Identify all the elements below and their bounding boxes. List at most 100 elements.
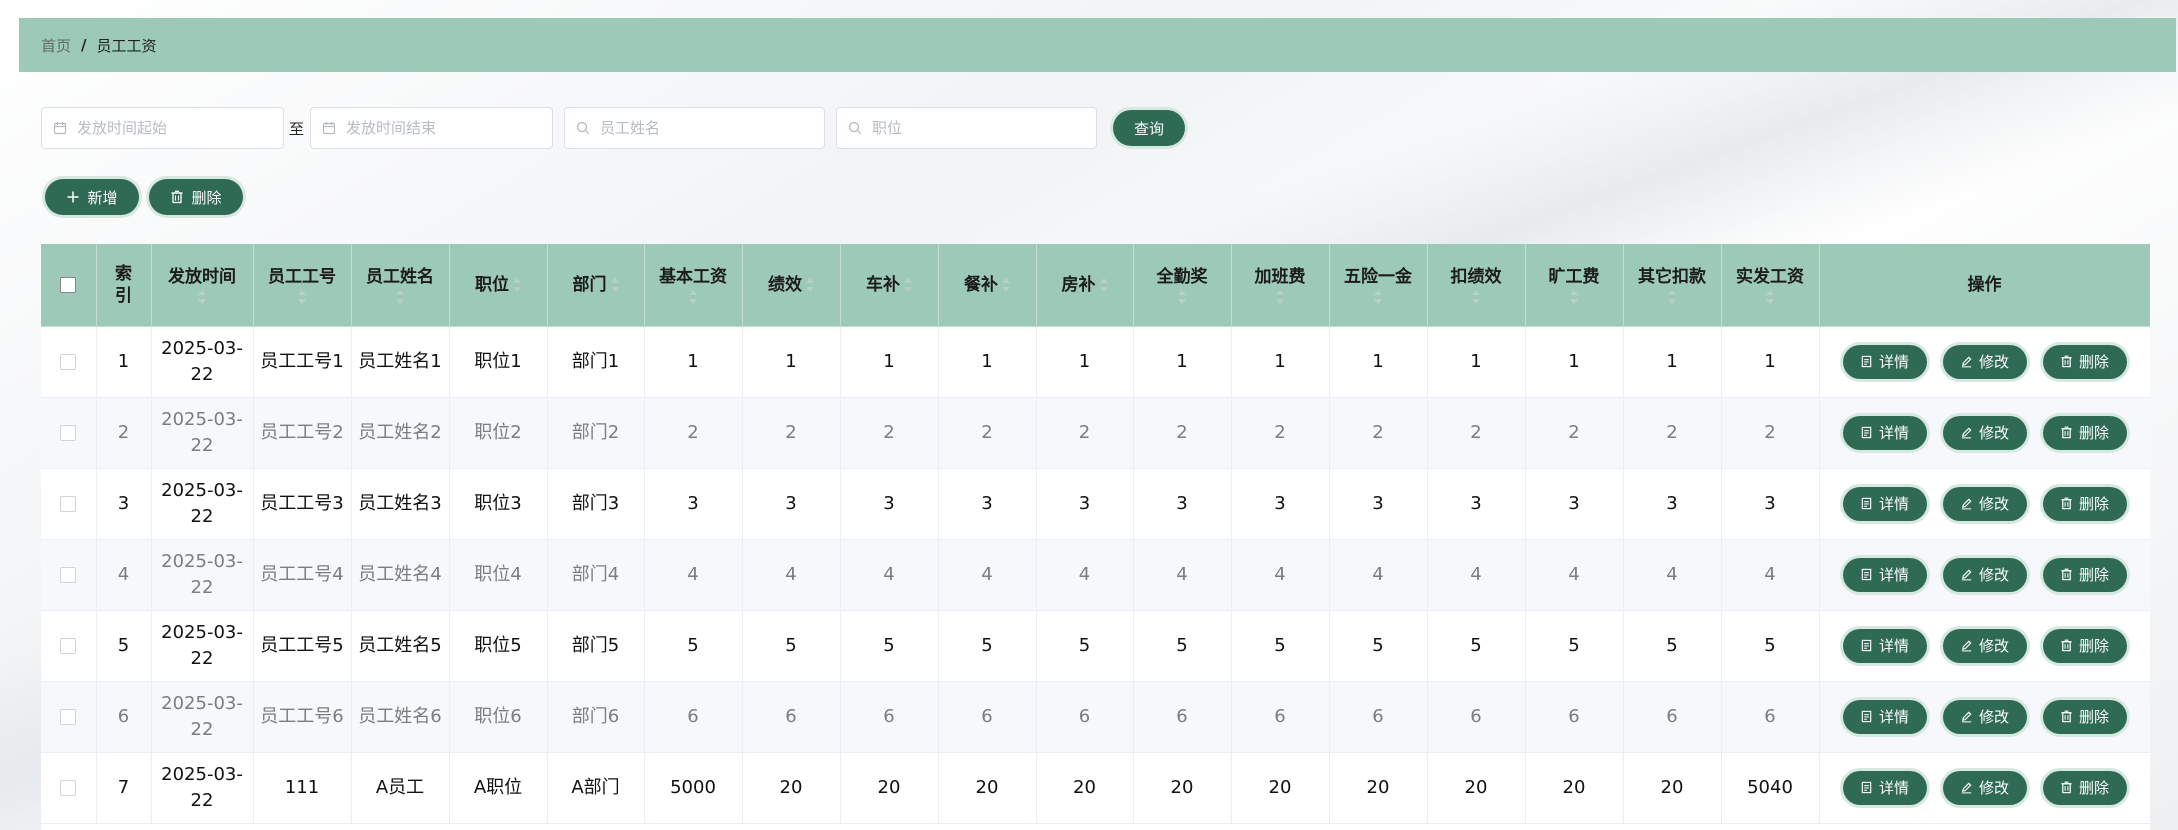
edit-button[interactable]: 修改 <box>1942 557 2027 592</box>
detail-button[interactable]: 详情 <box>1842 628 1927 663</box>
sort-icon[interactable] <box>298 289 306 304</box>
header-emp-no[interactable]: 员工工号 <box>253 244 352 327</box>
delete-button[interactable]: 删除 <box>2042 628 2127 663</box>
sort-icon[interactable] <box>1374 289 1382 304</box>
row-checkbox[interactable] <box>60 779 77 796</box>
header-base-salary[interactable]: 基本工资 <box>644 244 743 327</box>
query-button[interactable]: 查询 <box>1113 110 1186 146</box>
sort-icon[interactable] <box>904 277 912 292</box>
detail-button[interactable]: 详情 <box>1842 415 1927 450</box>
position-field[interactable] <box>836 107 1098 149</box>
cell-house: 1 <box>1036 326 1134 398</box>
delete-button-label: 删除 <box>2078 424 2109 442</box>
document-icon <box>1861 710 1872 723</box>
salary-table: 索引 发放时间 员工工号 员工姓名 职位 部门 基本工资 绩效 车补 餐补 房补… <box>41 244 2150 824</box>
batch-delete-button[interactable]: 删除 <box>149 179 243 215</box>
header-performance-deduction[interactable]: 扣绩效 <box>1427 244 1526 327</box>
delete-button[interactable]: 删除 <box>2042 486 2127 521</box>
start-date-input[interactable] <box>75 118 283 138</box>
cell-dept: 部门3 <box>547 468 645 540</box>
sort-icon[interactable] <box>806 277 814 292</box>
header-insurance[interactable]: 五险一金 <box>1329 244 1428 327</box>
sort-icon[interactable] <box>1668 289 1676 304</box>
sort-icon[interactable] <box>610 277 619 292</box>
edit-button[interactable]: 修改 <box>1942 344 2027 379</box>
employee-name-field[interactable] <box>564 107 826 149</box>
row-select-cell[interactable] <box>41 610 97 682</box>
employee-name-input[interactable] <box>598 118 825 138</box>
sort-icon[interactable] <box>689 289 697 304</box>
sort-icon[interactable] <box>198 289 206 304</box>
cell-car: 3 <box>840 468 939 540</box>
edit-button[interactable]: 修改 <box>1942 486 2027 521</box>
header-overtime[interactable]: 加班费 <box>1231 244 1330 327</box>
cell-date: 2025-03-22 <box>151 539 254 611</box>
sort-icon[interactable] <box>1766 289 1774 304</box>
row-checkbox[interactable] <box>60 424 77 441</box>
cell-index: 4 <box>96 539 152 611</box>
sort-icon[interactable] <box>1570 289 1578 304</box>
header-performance[interactable]: 绩效 <box>742 244 841 327</box>
breadcrumb-home-link[interactable]: 首页 <box>41 35 71 56</box>
row-select-cell[interactable] <box>41 681 97 753</box>
header-position[interactable]: 职位 <box>449 244 548 327</box>
add-button[interactable]: 新增 <box>45 179 139 215</box>
header-absence-fee[interactable]: 旷工费 <box>1525 244 1624 327</box>
start-date-field[interactable] <box>41 107 284 149</box>
delete-button[interactable]: 删除 <box>2042 699 2127 734</box>
delete-button[interactable]: 删除 <box>2042 344 2127 379</box>
delete-button[interactable]: 删除 <box>2042 770 2127 805</box>
edit-button-label: 修改 <box>1978 779 2009 797</box>
header-car-allowance[interactable]: 车补 <box>840 244 939 327</box>
sort-icon[interactable] <box>396 289 404 304</box>
end-date-field[interactable] <box>310 107 554 149</box>
header-net-salary[interactable]: 实发工资 <box>1721 244 1820 327</box>
edit-button[interactable]: 修改 <box>1942 628 2027 663</box>
row-select-cell[interactable] <box>41 752 97 824</box>
detail-button[interactable]: 详情 <box>1842 486 1927 521</box>
cell-meal: 4 <box>938 539 1037 611</box>
sort-icon[interactable] <box>1472 289 1480 304</box>
header-housing-allowance[interactable]: 房补 <box>1036 244 1134 327</box>
row-checkbox[interactable] <box>60 495 77 512</box>
row-checkbox[interactable] <box>60 566 77 583</box>
end-date-input[interactable] <box>344 118 553 138</box>
sort-icon[interactable] <box>1178 289 1186 304</box>
sort-icon[interactable] <box>1002 277 1010 292</box>
header-meal-allowance[interactable]: 餐补 <box>938 244 1037 327</box>
cell-dept: A部门 <box>547 752 645 824</box>
row-select-cell[interactable] <box>41 539 97 611</box>
position-input[interactable] <box>870 118 1097 138</box>
edit-button[interactable]: 修改 <box>1942 699 2027 734</box>
delete-button[interactable]: 删除 <box>2042 415 2127 450</box>
header-emp-name[interactable]: 员工姓名 <box>351 244 450 327</box>
select-all-checkbox[interactable] <box>60 276 77 293</box>
sort-icon[interactable] <box>1276 289 1284 304</box>
row-checkbox[interactable] <box>60 708 77 725</box>
sort-icon[interactable] <box>1099 277 1108 292</box>
delete-button[interactable]: 删除 <box>2042 557 2127 592</box>
edit-button[interactable]: 修改 <box>1942 770 2027 805</box>
cell-dept: 部门6 <box>547 681 645 753</box>
row-select-cell[interactable] <box>41 397 97 469</box>
detail-button[interactable]: 详情 <box>1842 699 1927 734</box>
detail-button[interactable]: 详情 <box>1842 344 1927 379</box>
sort-icon[interactable] <box>513 277 521 292</box>
edit-button[interactable]: 修改 <box>1942 415 2027 450</box>
table-header-row: 索引 发放时间 员工工号 员工姓名 职位 部门 基本工资 绩效 车补 餐补 房补… <box>41 244 2150 327</box>
row-checkbox[interactable] <box>60 353 77 370</box>
row-checkbox[interactable] <box>60 637 77 654</box>
cell-perf-deduct: 2 <box>1427 397 1526 469</box>
detail-button[interactable]: 详情 <box>1842 770 1927 805</box>
row-select-cell[interactable] <box>41 468 97 540</box>
header-date[interactable]: 发放时间 <box>151 244 254 327</box>
select-all-header[interactable] <box>41 244 97 327</box>
cell-other-deduct: 3 <box>1623 468 1722 540</box>
row-select-cell[interactable] <box>41 326 97 398</box>
header-dept[interactable]: 部门 <box>547 244 645 327</box>
header-other-deduction[interactable]: 其它扣款 <box>1623 244 1722 327</box>
header-attendance-bonus[interactable]: 全勤奖 <box>1133 244 1232 327</box>
cell-insurance: 2 <box>1329 397 1428 469</box>
table-row: 2 2025-03-22 员工工号2 员工姓名2 职位2 部门2 2 2 2 2 2 2 2 2 2 2 2 2 详… <box>41 397 2150 469</box>
detail-button[interactable]: 详情 <box>1842 557 1927 592</box>
